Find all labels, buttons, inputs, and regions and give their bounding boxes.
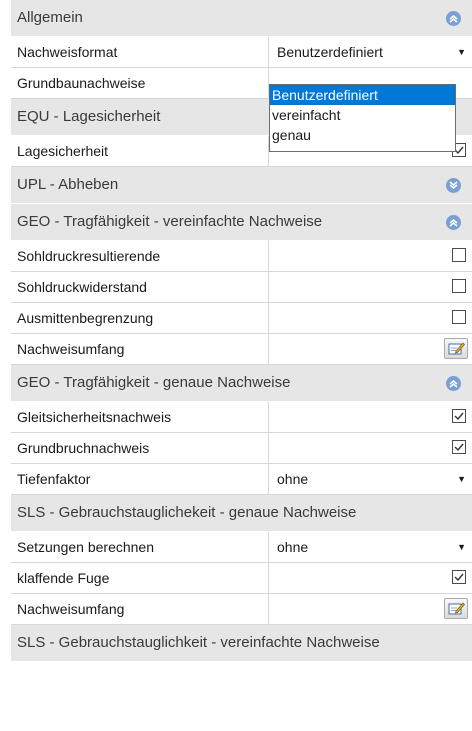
edit-button[interactable] <box>444 598 468 619</box>
section-header-allgemein[interactable]: Allgemein <box>11 0 472 37</box>
section-title: EQU - Lagesicherheit <box>17 108 161 125</box>
property-row-nachweisformat[interactable]: Nachweisformat Benutzerdefiniert ▼ <box>11 37 472 68</box>
property-label: Nachweisformat <box>17 44 118 60</box>
property-label: Lagesicherheit <box>17 143 109 159</box>
property-row-sohldruckresultierende[interactable]: Sohldruckresultierende <box>11 241 472 272</box>
section-title: Allgemein <box>17 9 83 26</box>
section-header-geo-vereinfacht[interactable]: GEO - Tragfähigkeit - vereinfachte Nachw… <box>11 204 472 241</box>
dropdown-option-benutzerdefiniert[interactable]: Benutzerdefiniert <box>270 85 455 105</box>
column-divider <box>268 464 269 494</box>
section-header-geo-genau[interactable]: GEO - Tragfähigkeit - genaue Nachweise <box>11 365 472 402</box>
property-row-nachweisumfang-sls[interactable]: Nachweisumfang <box>11 594 472 625</box>
column-divider <box>268 334 269 364</box>
chevron-up-icon[interactable] <box>446 215 461 230</box>
section-header-sls-vereinfacht[interactable]: SLS - Gebrauchstauglichkeit - vereinfach… <box>11 625 472 662</box>
property-row-nachweisumfang-geo[interactable]: Nachweisumfang <box>11 334 472 365</box>
column-divider <box>268 532 269 562</box>
section-title: SLS - Gebrauchstauglichkeit - vereinfach… <box>17 634 380 651</box>
property-label: Sohldruckwiderstand <box>17 279 147 295</box>
chevron-up-icon[interactable] <box>446 376 461 391</box>
dropdown-arrow-icon[interactable]: ▼ <box>457 464 466 494</box>
tiefenfaktor-select[interactable]: ohne <box>277 464 308 494</box>
ausmittenbegrenzung-checkbox[interactable] <box>452 310 466 324</box>
column-divider <box>268 594 269 624</box>
property-label: Grundbruchnachweis <box>17 440 150 456</box>
property-label: Nachweisumfang <box>17 601 125 617</box>
property-row-sohldruckwiderstand[interactable]: Sohldruckwiderstand <box>11 272 472 303</box>
nachweisformat-select[interactable]: Benutzerdefiniert <box>277 37 383 67</box>
column-divider <box>268 37 269 67</box>
setzungen-select[interactable]: ohne <box>277 532 308 562</box>
column-divider <box>268 303 269 333</box>
dropdown-option-vereinfacht[interactable]: vereinfacht <box>270 105 455 125</box>
edit-button[interactable] <box>444 338 468 359</box>
property-label: Grundbaunachweise <box>17 75 146 91</box>
property-row-grundbruch[interactable]: Grundbruchnachweis <box>11 433 472 464</box>
klaffende-fuge-checkbox[interactable] <box>452 570 466 584</box>
column-divider <box>268 272 269 302</box>
property-row-klaffende-fuge[interactable]: klaffende Fuge <box>11 563 472 594</box>
property-row-gleitsicherheit[interactable]: Gleitsicherheitsnachweis <box>11 402 472 433</box>
property-row-ausmittenbegrenzung[interactable]: Ausmittenbegrenzung <box>11 303 472 334</box>
sohldruckresultierende-checkbox[interactable] <box>452 248 466 262</box>
property-label: klaffende Fuge <box>17 570 110 586</box>
column-divider <box>268 402 269 432</box>
edit-icon <box>448 342 465 355</box>
property-row-tiefenfaktor[interactable]: Tiefenfaktor ohne ▼ <box>11 464 472 495</box>
dropdown-arrow-icon[interactable]: ▼ <box>457 37 466 67</box>
section-header-upl[interactable]: UPL - Abheben <box>11 167 472 204</box>
grundbruch-checkbox[interactable] <box>452 440 466 454</box>
property-row-setzungen[interactable]: Setzungen berechnen ohne ▼ <box>11 532 472 563</box>
section-title: GEO - Tragfähigkeit - vereinfachte Nachw… <box>17 213 323 230</box>
property-label: Sohldruckresultierende <box>17 248 161 264</box>
chevron-down-icon[interactable] <box>446 178 461 193</box>
sohldruckwiderstand-checkbox[interactable] <box>452 279 466 293</box>
column-divider <box>268 563 269 593</box>
gleitsicherheit-checkbox[interactable] <box>452 409 466 423</box>
chevron-up-icon[interactable] <box>446 11 461 26</box>
edit-icon <box>448 602 465 615</box>
property-label: Gleitsicherheitsnachweis <box>17 409 172 425</box>
column-divider <box>268 433 269 463</box>
dropdown-option-genau[interactable]: genau <box>270 125 455 145</box>
section-header-sls-genau[interactable]: SLS - Gebrauchstauglichekeit - genaue Na… <box>11 495 472 532</box>
column-divider <box>268 241 269 271</box>
property-label: Setzungen berechnen <box>17 539 154 555</box>
property-label: Ausmittenbegrenzung <box>17 310 154 326</box>
dropdown-arrow-icon[interactable]: ▼ <box>457 532 466 562</box>
section-title: GEO - Tragfähigkeit - genaue Nachweise <box>17 374 291 391</box>
property-label: Tiefenfaktor <box>17 471 91 487</box>
nachweisformat-dropdown-list[interactable]: Benutzerdefiniert vereinfacht genau <box>269 84 456 152</box>
section-title: SLS - Gebrauchstauglichekeit - genaue Na… <box>17 504 357 521</box>
property-label: Nachweisumfang <box>17 341 125 357</box>
section-title: UPL - Abheben <box>17 176 119 193</box>
